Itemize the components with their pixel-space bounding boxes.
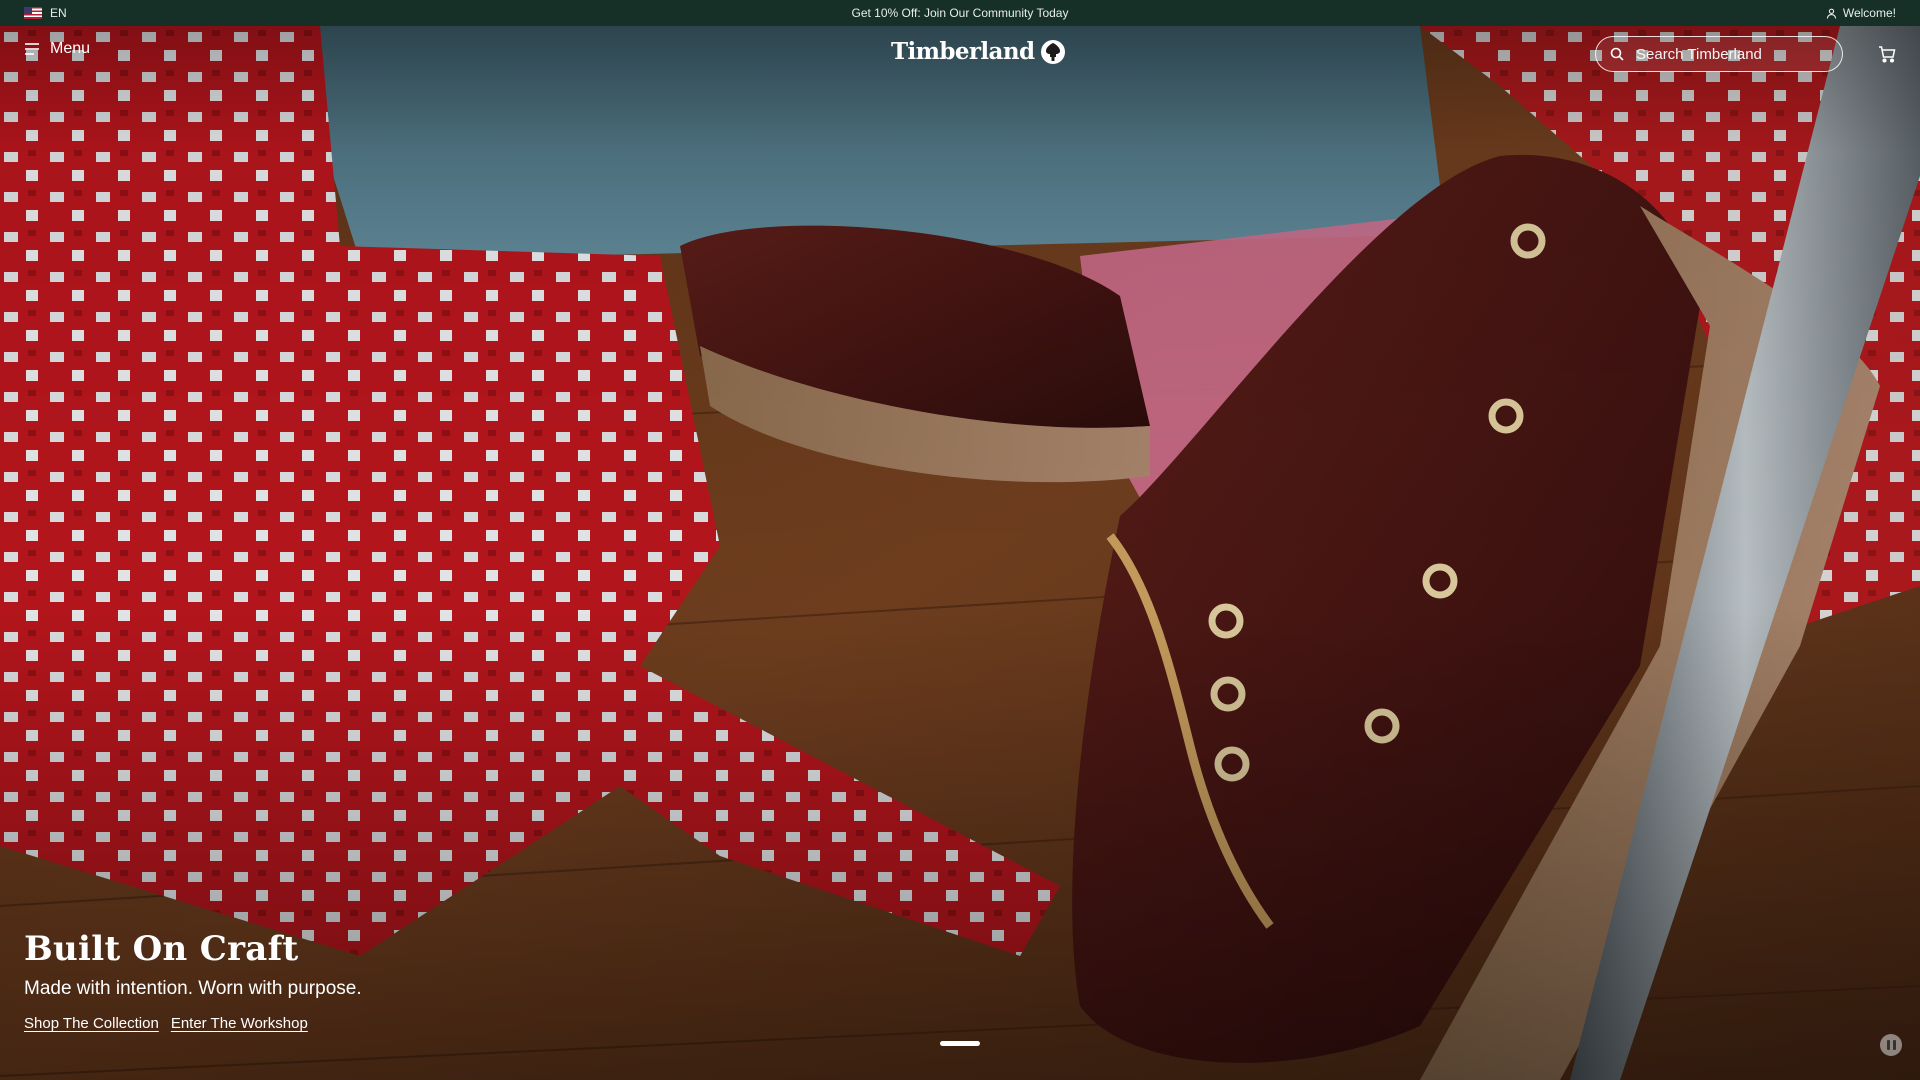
menu-label: Menu — [50, 40, 91, 57]
promo-bar: EN Get 10% Off: Join Our Community Today… — [0, 0, 1920, 26]
pause-icon — [1886, 1040, 1890, 1050]
hero-content: Built On Craft Made with intention. Worn… — [24, 928, 362, 1032]
account-link[interactable]: Welcome! — [1826, 0, 1896, 26]
hero-gradient-overlay — [0, 26, 1920, 1080]
hero-subtitle: Made with intention. Worn with purpose. — [24, 978, 362, 999]
hero-title: Built On Craft — [24, 929, 299, 969]
account-label: Welcome! — [1842, 6, 1896, 20]
search-icon — [1610, 47, 1624, 61]
hero-banner[interactable] — [0, 26, 1920, 1080]
language-selector[interactable]: EN — [24, 0, 67, 26]
enter-workshop-link[interactable]: Enter The Workshop — [171, 1015, 308, 1032]
us-flag-icon — [24, 7, 42, 19]
timberland-logo[interactable]: Timberland — [891, 38, 1066, 65]
site-header: Menu Timberland — [0, 26, 1920, 82]
search-bar[interactable] — [1595, 36, 1843, 72]
menu-button[interactable]: Menu — [24, 40, 90, 58]
logo-wordmark: Timberland — [891, 38, 1035, 65]
shop-collection-link[interactable]: Shop The Collection — [24, 1015, 159, 1032]
cart-icon[interactable] — [1878, 45, 1896, 63]
language-label: EN — [50, 6, 67, 20]
hamburger-menu-icon — [25, 43, 39, 55]
search-input[interactable] — [1636, 45, 1836, 63]
hero-links: Shop The Collection Enter The Workshop — [24, 1015, 362, 1032]
tree-logo-icon — [1041, 39, 1066, 64]
carousel-indicator[interactable] — [940, 1041, 980, 1046]
pause-button[interactable] — [1880, 1034, 1902, 1056]
user-icon — [1826, 8, 1837, 19]
pause-icon-bar — [1892, 1040, 1896, 1050]
promo-message[interactable]: Get 10% Off: Join Our Community Today — [852, 6, 1069, 20]
